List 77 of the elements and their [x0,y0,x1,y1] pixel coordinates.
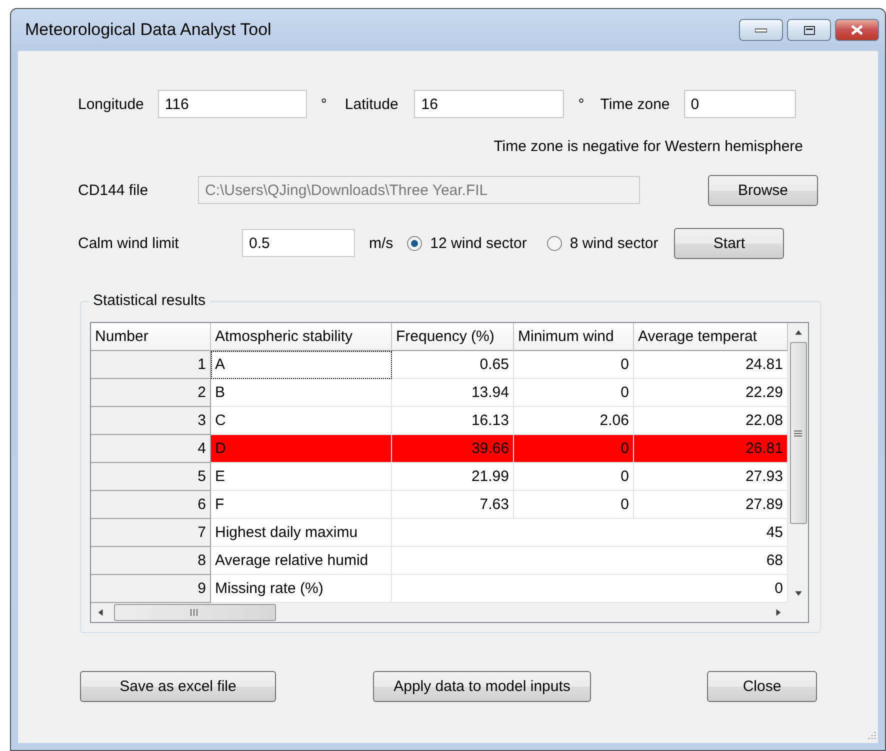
table-cell: 68 [392,547,788,575]
table-cell: 45 [392,519,788,547]
column-header[interactable]: Minimum wind [514,323,634,351]
table-cell: B [211,379,392,407]
latitude-field[interactable]: 16 [414,90,564,118]
table-cell: 39.66 [392,435,514,463]
save-excel-button[interactable]: Save as excel file [80,670,276,702]
row-header[interactable]: 7 [91,519,211,547]
longitude-field[interactable]: 116 [158,90,307,118]
maximize-button[interactable] [787,19,831,41]
column-header[interactable]: Frequency (%) [392,323,514,351]
table-cell: 16.13 [392,407,514,435]
table-cell: 7.63 [392,491,514,519]
row-header[interactable]: 3 [91,407,211,435]
row-header[interactable]: 4 [91,435,211,463]
row-header[interactable]: 5 [91,463,211,491]
row-header[interactable]: 8 [91,547,211,575]
table-cell: 27.89 [634,491,788,519]
table-cell: 27.93 [634,463,788,491]
start-button[interactable]: Start [674,228,784,258]
table-cell: E [211,463,392,491]
table-cell: 22.08 [634,407,788,435]
longitude-label: Longitude [78,96,144,112]
column-header[interactable]: Average temperat [634,323,788,351]
row-header[interactable]: 1 [91,351,211,379]
table-cell: D [211,435,392,463]
row-header[interactable]: 9 [91,575,211,603]
scroll-down-arrow[interactable] [794,589,802,598]
table-cell: Average relative humid [211,547,392,575]
table-cell: 13.94 [392,379,514,407]
table-cell: Highest daily maximu [211,519,392,547]
minimize-icon [755,28,767,32]
row-header[interactable]: 2 [91,379,211,407]
table-cell: F [211,491,392,519]
apply-data-button[interactable]: Apply data to model inputs [373,670,591,702]
table-cell: 2.06 [514,407,634,435]
close-button[interactable]: Close [707,670,817,702]
resize-grip-icon[interactable] [866,731,876,741]
table-cell: 22.29 [634,379,788,407]
file-label: CD144 file [78,182,150,198]
degree-unit: ° [320,96,327,112]
table-cell: Missing rate (%) [211,575,392,603]
table-cell: C [211,407,392,435]
calm-wind-field[interactable]: 0.5 [242,229,355,257]
row-header[interactable]: 6 [91,491,211,519]
unit-label: m/s [369,234,394,252]
close-window-button[interactable] [835,19,879,41]
column-header[interactable]: Number [91,323,211,351]
scroll-thumb[interactable] [114,604,276,621]
time-zone-note: Time zone is negative for Western hemisphere [492,138,803,154]
column-header[interactable]: Atmospheric stability [211,323,392,351]
table-cell: 26.81 [634,435,788,463]
wind-sector-radio[interactable]: 8 wind sector [546,234,658,252]
table-cell: 0 [514,491,634,519]
calm-wind-label: Calm wind limit [78,234,180,252]
scroll-left-arrow[interactable] [96,608,105,617]
table-cell: 0 [514,463,634,491]
time-zone-field[interactable]: 0 [684,90,796,118]
latitude-label: Latitude [344,96,398,112]
table-cell: 0 [514,379,634,407]
time-zone-label: Time zone [600,96,670,112]
table-cell: A [211,351,392,379]
table-cell: 0.65 [392,351,514,379]
table-cell: 0 [514,435,634,463]
table-cell: 24.81 [634,351,788,379]
minimize-button[interactable] [739,19,783,41]
table-cell: 0 [392,575,788,603]
close-icon [851,25,863,35]
scroll-right-arrow[interactable] [774,608,783,617]
table-cell: 21.99 [392,463,514,491]
table-cell: 0 [514,351,634,379]
wind-sector-radio[interactable]: 12 wind sector [407,234,527,252]
scroll-up-arrow[interactable] [794,328,802,337]
restore-icon [804,26,814,34]
degree-unit: ° [578,96,584,112]
window-title: Meteorological Data Analyst Tool [25,20,272,40]
scroll-thumb[interactable] [790,342,806,524]
